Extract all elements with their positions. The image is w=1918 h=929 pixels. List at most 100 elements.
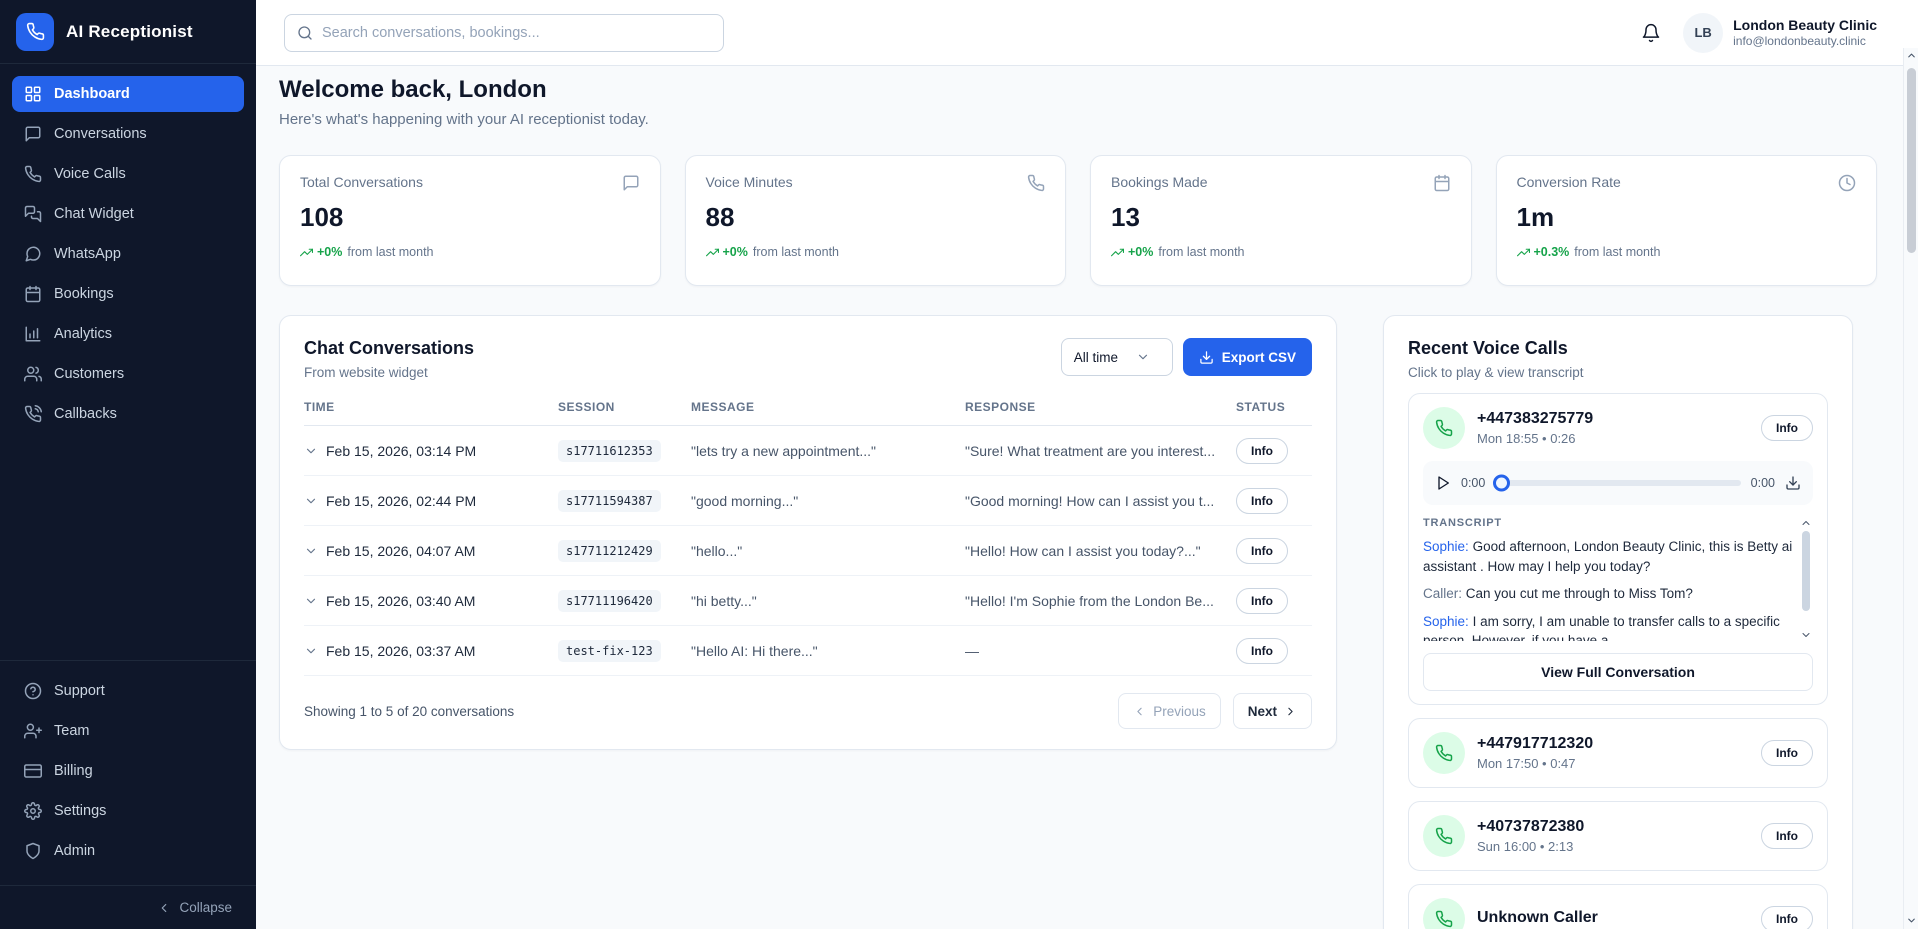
scroll-up-arrow-icon[interactable]: [1906, 48, 1917, 62]
row-time: Feb 15, 2026, 02:44 PM: [326, 493, 476, 509]
phone-call-icon: [24, 405, 42, 423]
stat-label: Total Conversations: [300, 174, 423, 190]
info-button[interactable]: Info: [1761, 740, 1813, 766]
sidebar-item-label: Admin: [54, 843, 95, 859]
sidebar-item-bookings[interactable]: Bookings: [12, 276, 244, 312]
transcript-speaker: Caller:: [1423, 586, 1462, 601]
chevron-down-icon[interactable]: [304, 444, 318, 458]
sidebar-item-team[interactable]: Team: [12, 713, 244, 749]
stat-trend-suffix: from last month: [347, 245, 433, 259]
info-button[interactable]: Info: [1236, 438, 1288, 464]
chat-conversations-panel: Chat Conversations From website widget A…: [279, 315, 1337, 750]
play-icon[interactable]: [1435, 475, 1451, 491]
chevron-down-icon[interactable]: [304, 544, 318, 558]
topbar: LB London Beauty Clinic info@londonbeaut…: [256, 0, 1903, 66]
audio-player: 0:00 0:00: [1423, 461, 1813, 505]
voice-call-card[interactable]: +40737872380 Sun 16:00 • 2:13 Info: [1408, 801, 1828, 871]
transcript-body[interactable]: Sophie: Good afternoon, London Beauty Cl…: [1423, 537, 1793, 641]
voice-call-card[interactable]: +447917712320 Mon 17:50 • 0:47 Info: [1408, 718, 1828, 788]
table-row[interactable]: Feb 15, 2026, 03:40 AM s17711196420 "hi …: [304, 576, 1312, 626]
row-time: Feb 15, 2026, 03:40 AM: [326, 593, 475, 609]
sidebar-item-admin[interactable]: Admin: [12, 833, 244, 869]
info-button[interactable]: Info: [1236, 538, 1288, 564]
previous-button[interactable]: Previous: [1118, 693, 1221, 729]
stat-trend-suffix: from last month: [1158, 245, 1244, 259]
collapse-button[interactable]: Collapse: [157, 900, 232, 915]
table-row[interactable]: Feb 15, 2026, 04:07 AM s17711212429 "hel…: [304, 526, 1312, 576]
transcript-section: TRANSCRIPT Sophie: Good afternoon, Londo…: [1423, 517, 1813, 641]
sidebar-item-settings[interactable]: Settings: [12, 793, 244, 829]
info-button[interactable]: Info: [1236, 488, 1288, 514]
chat-widget-icon: [24, 205, 42, 223]
time-filter-select[interactable]: All time: [1061, 338, 1173, 376]
sidebar-item-chat-widget[interactable]: Chat Widget: [12, 196, 244, 232]
scroll-down-arrow-icon[interactable]: [1906, 913, 1917, 927]
app-logo: AI Receptionist: [0, 0, 256, 64]
slider-thumb[interactable]: [1493, 475, 1510, 492]
sidebar-item-callbacks[interactable]: Callbacks: [12, 396, 244, 432]
sidebar-item-whatsapp[interactable]: WhatsApp: [12, 236, 244, 272]
sidebar-item-dashboard[interactable]: Dashboard: [12, 76, 244, 112]
recent-voice-calls-panel: Recent Voice Calls Click to play & view …: [1383, 315, 1853, 929]
scrollbar-thumb[interactable]: [1802, 531, 1810, 611]
sidebar-item-analytics[interactable]: Analytics: [12, 316, 244, 352]
call-meta: Sun 16:00 • 2:13: [1477, 839, 1584, 854]
app-title: AI Receptionist: [66, 22, 193, 42]
scrollbar-thumb[interactable]: [1907, 68, 1916, 253]
info-button[interactable]: Info: [1236, 638, 1288, 664]
download-icon: [1199, 350, 1214, 365]
chevron-down-icon[interactable]: [1800, 629, 1812, 641]
sidebar-item-label: Chat Widget: [54, 206, 134, 222]
sidebar-item-label: Callbacks: [54, 406, 117, 422]
avatar: LB: [1683, 13, 1723, 53]
phone-logo-icon: [16, 13, 54, 51]
sidebar-item-support[interactable]: Support: [12, 673, 244, 709]
chevron-down-icon[interactable]: [304, 644, 318, 658]
stat-trend: +0%: [723, 245, 748, 259]
info-button[interactable]: Info: [1761, 906, 1813, 929]
sidebar-item-customers[interactable]: Customers: [12, 356, 244, 392]
view-full-conversation-button[interactable]: View Full Conversation: [1423, 653, 1813, 691]
table-row[interactable]: Feb 15, 2026, 03:14 PM s17711612353 "let…: [304, 426, 1312, 476]
row-time: Feb 15, 2026, 03:14 PM: [326, 443, 476, 459]
voice-call-card-expanded[interactable]: +447383275779 Mon 18:55 • 0:26 Info 0:00…: [1408, 393, 1828, 705]
chevron-down-icon[interactable]: [304, 494, 318, 508]
chevron-down-icon[interactable]: [304, 594, 318, 608]
row-response: —: [965, 643, 1236, 659]
transcript-scrollbar[interactable]: [1799, 517, 1813, 641]
stat-trend: +0.3%: [1534, 245, 1570, 259]
seek-slider[interactable]: [1495, 480, 1740, 486]
stat-card-bookings-made: Bookings Made 13 +0% from last month: [1090, 155, 1472, 286]
chevron-left-icon: [1133, 705, 1146, 718]
next-button[interactable]: Next: [1233, 693, 1312, 729]
table-row[interactable]: Feb 15, 2026, 02:44 PM s17711594387 "goo…: [304, 476, 1312, 526]
sidebar-item-conversations[interactable]: Conversations: [12, 116, 244, 152]
user-email: info@londonbeauty.clinic: [1733, 34, 1877, 48]
notifications-bell-icon[interactable]: [1641, 23, 1661, 43]
call-meta: Mon 17:50 • 0:47: [1477, 756, 1593, 771]
page-scrollbar[interactable]: [1903, 48, 1918, 929]
chevron-up-icon[interactable]: [1800, 517, 1812, 529]
stat-card-voice-minutes: Voice Minutes 88 +0% from last month: [685, 155, 1067, 286]
row-time: Feb 15, 2026, 03:37 AM: [326, 643, 475, 659]
transcript-speaker: Sophie:: [1423, 539, 1469, 554]
sidebar-item-billing[interactable]: Billing: [12, 753, 244, 789]
table-row[interactable]: Feb 15, 2026, 03:37 AM test-fix-123 "Hel…: [304, 626, 1312, 676]
chevron-right-icon: [1284, 705, 1297, 718]
download-icon[interactable]: [1785, 475, 1801, 491]
row-response: "Hello! How can I assist you today?...": [965, 543, 1236, 559]
sidebar-item-label: Team: [54, 723, 89, 739]
info-button[interactable]: Info: [1761, 415, 1813, 441]
info-button[interactable]: Info: [1236, 588, 1288, 614]
info-button[interactable]: Info: [1761, 823, 1813, 849]
sidebar-item-voice-calls[interactable]: Voice Calls: [12, 156, 244, 192]
sidebar-item-label: Settings: [54, 803, 106, 819]
collapse-label: Collapse: [179, 900, 232, 915]
stat-label: Bookings Made: [1111, 174, 1208, 190]
search-input[interactable]: [322, 25, 711, 41]
export-csv-button[interactable]: Export CSV: [1183, 338, 1312, 376]
voice-call-card[interactable]: Unknown Caller Info: [1408, 884, 1828, 929]
user-menu[interactable]: LB London Beauty Clinic info@londonbeaut…: [1683, 13, 1877, 53]
dashboard-icon: [24, 85, 42, 103]
stat-label: Voice Minutes: [706, 174, 793, 190]
